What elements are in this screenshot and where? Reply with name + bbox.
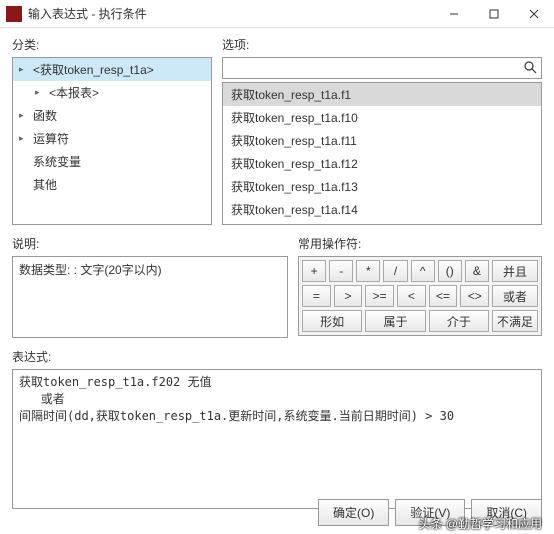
expand-icon[interactable]: ▸ xyxy=(19,110,24,121)
tree-item-label: 运算符 xyxy=(33,132,69,146)
expand-icon[interactable]: ▸ xyxy=(19,133,24,144)
tree-item[interactable]: ▸ <获取token_resp_t1a> xyxy=(13,58,211,81)
op-button[interactable]: 形如 xyxy=(302,310,362,332)
ok-button[interactable]: 确定(O) xyxy=(318,499,389,526)
list-item[interactable]: 获取token_resp_t1a.f13 xyxy=(223,175,541,198)
op-button[interactable]: <> xyxy=(460,285,489,307)
tree-item[interactable]: 系统变量 xyxy=(13,150,211,173)
tree-item[interactable]: ▸ 函数 xyxy=(13,104,211,127)
search-icon[interactable] xyxy=(519,60,541,77)
category-tree[interactable]: ▸ <获取token_resp_t1a> ▸ <本报表> ▸ 函数 ▸ 运算符系统变量其他 xyxy=(12,57,212,225)
expr-box[interactable]: 获取token_resp_t1a.f202 无值 或者 间隔时间(dd,获取to… xyxy=(12,369,542,509)
op-button[interactable]: () xyxy=(438,260,462,282)
op-button[interactable]: <= xyxy=(429,285,458,307)
ops-label: 常用操作符: xyxy=(298,235,542,252)
minimize-button[interactable] xyxy=(434,0,474,28)
maximize-button[interactable] xyxy=(474,0,514,28)
op-button[interactable]: * xyxy=(356,260,380,282)
desc-box: 数据类型: : 文字(20字以内) xyxy=(12,256,288,338)
desc-label: 说明: xyxy=(12,235,288,252)
op-button[interactable]: 属于 xyxy=(365,310,425,332)
expr-label: 表达式: xyxy=(12,348,542,365)
op-button[interactable]: ^ xyxy=(411,260,435,282)
app-icon xyxy=(6,6,22,22)
list-item[interactable]: 获取token_resp_t1a.f1 xyxy=(223,83,541,106)
op-button[interactable]: >= xyxy=(365,285,394,307)
tree-item-label: 系统变量 xyxy=(33,155,81,169)
list-item[interactable]: 获取token_resp_t1a.f15 xyxy=(223,221,541,225)
op-button[interactable]: - xyxy=(329,260,353,282)
op-button[interactable]: 介于 xyxy=(429,310,489,332)
list-item[interactable]: 获取token_resp_t1a.f12 xyxy=(223,152,541,175)
tree-item-label: <获取token_resp_t1a> xyxy=(33,63,154,77)
expand-icon[interactable]: ▸ xyxy=(35,87,40,98)
op-button[interactable]: 并且 xyxy=(492,260,538,282)
titlebar: 输入表达式 - 执行条件 xyxy=(0,0,554,28)
op-button[interactable]: / xyxy=(383,260,407,282)
op-button[interactable]: = xyxy=(302,285,331,307)
verify-button[interactable]: 验证(V) xyxy=(395,499,465,526)
search-box[interactable] xyxy=(222,57,542,79)
tree-item-label: 其他 xyxy=(33,178,57,192)
options-list[interactable]: 获取token_resp_t1a.f1获取token_resp_t1a.f10获… xyxy=(222,82,542,225)
tree-item-label: 函数 xyxy=(33,109,57,123)
close-button[interactable] xyxy=(514,0,554,28)
tree-item[interactable]: ▸ <本报表> xyxy=(13,81,211,104)
op-button[interactable]: & xyxy=(465,260,489,282)
search-input[interactable] xyxy=(223,61,519,75)
cancel-button[interactable]: 取消(C) xyxy=(471,499,542,526)
category-label: 分类: xyxy=(12,36,212,53)
options-label: 选项: xyxy=(222,36,542,53)
list-item[interactable]: 获取token_resp_t1a.f10 xyxy=(223,106,541,129)
window-title: 输入表达式 - 执行条件 xyxy=(28,5,434,22)
tree-item[interactable]: 其他 xyxy=(13,173,211,196)
list-item[interactable]: 获取token_resp_t1a.f14 xyxy=(223,198,541,221)
tree-item-label: <本报表> xyxy=(49,86,99,100)
ops-grid: +-*/^()&并且 =>>=<<=<>或者 形如属于介于不满足 xyxy=(298,256,542,336)
op-button[interactable]: + xyxy=(302,260,326,282)
op-button[interactable]: 不满足 xyxy=(492,310,538,332)
tree-item[interactable]: ▸ 运算符 xyxy=(13,127,211,150)
expand-icon[interactable]: ▸ xyxy=(19,64,24,75)
op-button[interactable]: 或者 xyxy=(492,285,538,307)
op-button[interactable]: < xyxy=(397,285,426,307)
op-button[interactable]: > xyxy=(334,285,363,307)
list-item[interactable]: 获取token_resp_t1a.f11 xyxy=(223,129,541,152)
